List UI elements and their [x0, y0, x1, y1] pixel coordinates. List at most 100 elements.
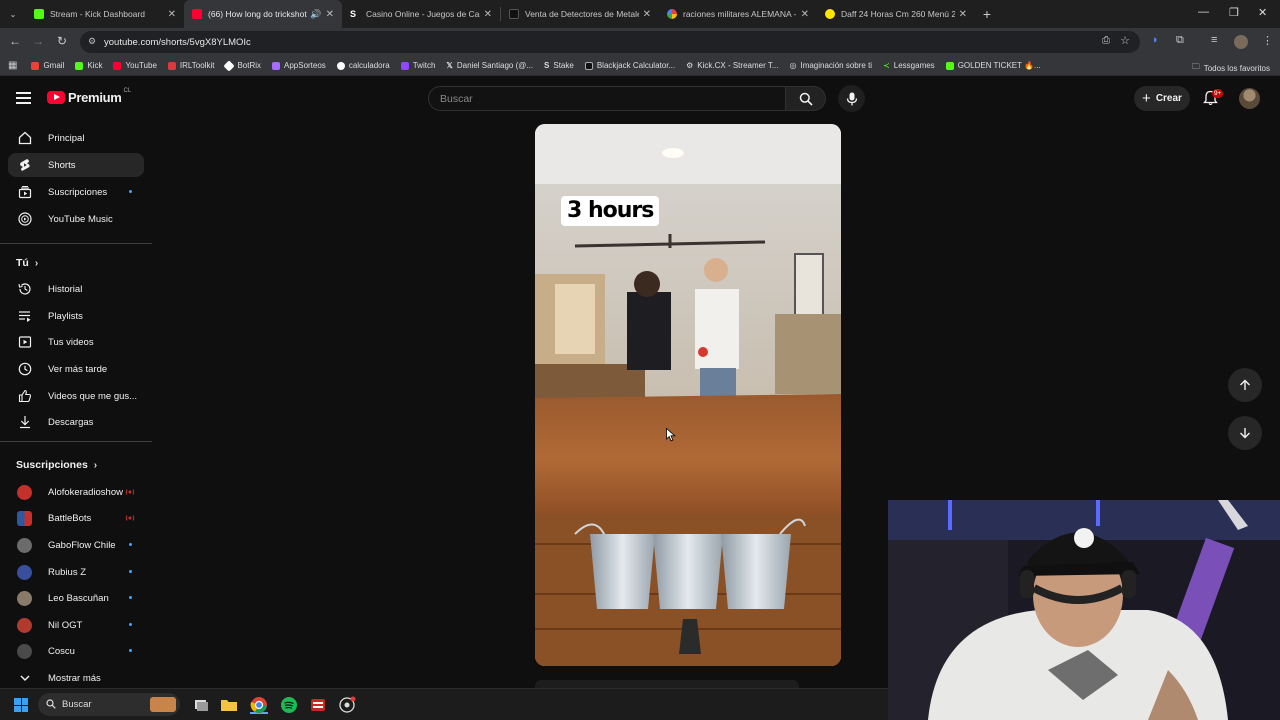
close-tab-icon[interactable]: ✕ — [326, 9, 334, 20]
notification-count-badge: 9+ — [1212, 89, 1224, 98]
new-tab-button[interactable]: + — [975, 6, 999, 22]
kick-icon — [75, 61, 84, 70]
back-icon[interactable]: ← — [3, 34, 27, 48]
install-icon[interactable]: ⎙ — [1102, 35, 1110, 46]
spotify-icon[interactable] — [280, 696, 298, 714]
browser-menu-icon[interactable]: ⋮ — [1262, 34, 1273, 47]
sidebar-item-descargas[interactable]: Descargas — [8, 410, 144, 434]
sidebar-item-principal[interactable]: Principal — [8, 126, 144, 150]
windows-start-icon[interactable] — [14, 698, 28, 712]
sidebar-channel-leo-bascunan[interactable]: Leo Bascuñan — [8, 586, 144, 610]
bookmark-twitch[interactable]: Twitch — [400, 61, 435, 70]
shorts-video-player[interactable]: 3 hours — [535, 124, 841, 666]
reload-icon[interactable]: ↻ — [50, 34, 74, 48]
sidebar-item-suscripciones[interactable]: Suscripciones — [8, 180, 144, 204]
bookmark-calculadora[interactable]: calculadora — [336, 61, 390, 70]
bookmark-daniel-santiago[interactable]: 𝕏 Daniel Santiago (@... — [446, 61, 533, 70]
bookmark-imaginacion[interactable]: ◎ Imaginación sobre ti — [789, 61, 872, 70]
search-button[interactable] — [786, 86, 826, 111]
sidebar-channel-gaboflow-chile[interactable]: GaboFlow Chile — [8, 533, 144, 557]
sidebar-heading-subscriptions[interactable]: Suscripciones › — [16, 459, 97, 471]
new-content-dot — [129, 649, 132, 652]
all-bookmarks-folder[interactable]: 🗀 Todos los favoritos — [1192, 61, 1270, 75]
close-tab-icon[interactable]: ✕ — [484, 9, 492, 20]
bookmark-kick[interactable]: Kick — [75, 61, 102, 70]
browser-tab[interactable]: S Casino Online - Juegos de Casino ✕ — [342, 0, 500, 28]
sidebar-heading-you[interactable]: Tú › — [16, 257, 38, 269]
sidebar-channel-nil-ogt[interactable]: Nil OGT — [8, 613, 144, 637]
sidebar-item-youtube-music[interactable]: YouTube Music — [8, 207, 144, 231]
bookmark-stake[interactable]: S Stake — [544, 61, 574, 70]
bookmark-star-icon[interactable]: ☆ — [1120, 34, 1130, 47]
bookmark-kickcx[interactable]: ⚙ Kick.CX - Streamer T... — [686, 61, 778, 70]
next-short-preview[interactable] — [535, 680, 799, 688]
close-tab-icon[interactable]: ✕ — [168, 9, 176, 20]
restore-icon[interactable]: ❐ — [1229, 6, 1239, 19]
profile-avatar[interactable] — [1234, 35, 1248, 49]
plus-icon: + — [1142, 90, 1151, 107]
file-explorer-icon[interactable] — [220, 696, 238, 714]
mouse-cursor-icon — [666, 428, 676, 442]
tab-search-button[interactable]: ⌄ — [0, 10, 26, 19]
account-avatar[interactable] — [1239, 88, 1260, 109]
browser-tab[interactable]: Venta de Detectores de Metales ✕ — [501, 0, 659, 28]
chrome-icon[interactable] — [250, 696, 268, 714]
sidebar-item-shorts[interactable]: Shorts — [8, 153, 144, 177]
previous-short-button[interactable] — [1228, 368, 1262, 402]
sidebar-item-historial[interactable]: Historial — [8, 277, 144, 301]
sidebar-item-ver-mas-tarde[interactable]: Ver más tarde — [8, 357, 144, 381]
bookmark-youtube[interactable]: YouTube — [113, 61, 157, 70]
bookmark-botrix[interactable]: BotRix — [223, 59, 261, 72]
bookmark-irltoolkit[interactable]: IRLToolkit — [167, 61, 214, 70]
minimize-icon[interactable]: — — [1198, 6, 1209, 18]
obs-recording-icon[interactable] — [338, 696, 356, 714]
bookmark-golden-ticket[interactable]: GOLDEN TICKET 🔥... — [945, 61, 1041, 70]
close-tab-icon[interactable]: ✕ — [643, 9, 651, 20]
taskbar-search-input[interactable]: Buscar — [38, 693, 180, 716]
bookmark-appsorteos[interactable]: AppSorteos — [272, 61, 326, 70]
sidebar-channel-coscu[interactable]: Coscu — [8, 639, 144, 663]
browser-tab[interactable]: raciones militares ALEMANA - ✕ — [659, 0, 817, 28]
media-control-icon[interactable]: ≡ — [1211, 34, 1217, 46]
browser-tab[interactable]: Stream - Kick Dashboard ✕ — [26, 0, 184, 28]
browser-tab[interactable]: Daff 24 Horas Cm 260 Menú 2 ✕ — [817, 0, 975, 28]
sidebar-item-playlists[interactable]: Playlists — [8, 304, 144, 328]
address-bar[interactable]: ⚙ youtube.com/shorts/5vgX8YLMOIc ⎙ ☆ — [80, 31, 1140, 53]
close-tab-icon[interactable]: ✕ — [959, 9, 967, 20]
speaker-icon[interactable]: 🔊 — [310, 9, 321, 20]
sidebar-channel-battlebots[interactable]: BattleBots — [8, 506, 144, 530]
extension-icon[interactable]: ◗ — [1152, 34, 1159, 46]
apps-grid-icon[interactable]: ▦ — [8, 60, 17, 71]
close-tab-icon[interactable]: ✕ — [801, 9, 809, 20]
channel-name: BattleBots — [48, 513, 92, 524]
sidebar-item-tus-videos[interactable]: Tus videos — [8, 330, 144, 354]
task-view-icon[interactable] — [192, 696, 210, 714]
create-button[interactable]: + Crear — [1134, 86, 1190, 111]
sidebar-channel-rubius-z[interactable]: Rubius Z — [8, 560, 144, 584]
extensions-puzzle-icon[interactable]: ⧉ — [1176, 34, 1184, 47]
youtube-premium-logo[interactable]: Premium CL — [47, 88, 131, 105]
bookmark-lessgames[interactable]: ≺ Lessgames — [883, 61, 935, 70]
youtube-play-icon — [47, 91, 65, 104]
sidebar: Principal Shorts Suscripciones YouTube M… — [0, 122, 160, 688]
search-input[interactable]: Buscar — [428, 86, 786, 111]
bookmark-label: calculadora — [348, 61, 390, 70]
bookmarks-bar: ▦ Gmail Kick YouTube IRLToolkit BotRix A… — [0, 56, 1280, 76]
menu-icon[interactable] — [16, 92, 31, 104]
sidebar-channel-alofokeradioshow[interactable]: Alofokeradioshow — [8, 480, 144, 504]
site-info-icon[interactable]: ⚙ — [88, 36, 98, 46]
next-short-button[interactable] — [1228, 416, 1262, 450]
bookmark-gmail[interactable]: Gmail — [31, 61, 64, 70]
stake-icon: S — [350, 9, 357, 19]
sidebar-show-more[interactable]: Mostrar más — [8, 666, 144, 690]
sidebar-item-videos-que-me-gustan[interactable]: Videos que me gus... — [8, 384, 144, 408]
close-window-icon[interactable]: ✕ — [1258, 6, 1267, 19]
windows-taskbar: Buscar — [0, 688, 888, 720]
forward-icon[interactable]: → — [26, 34, 50, 48]
video-caption: 3 hours — [561, 196, 660, 226]
voice-search-button[interactable] — [838, 85, 865, 112]
browser-tab-active[interactable]: (66) How long do trickshots 🔊 ✕ — [184, 0, 342, 28]
bookmark-blackjack[interactable]: Blackjack Calculator... — [584, 61, 675, 70]
sidebar-item-label: YouTube Music — [48, 214, 113, 225]
app-icon[interactable] — [309, 696, 327, 714]
